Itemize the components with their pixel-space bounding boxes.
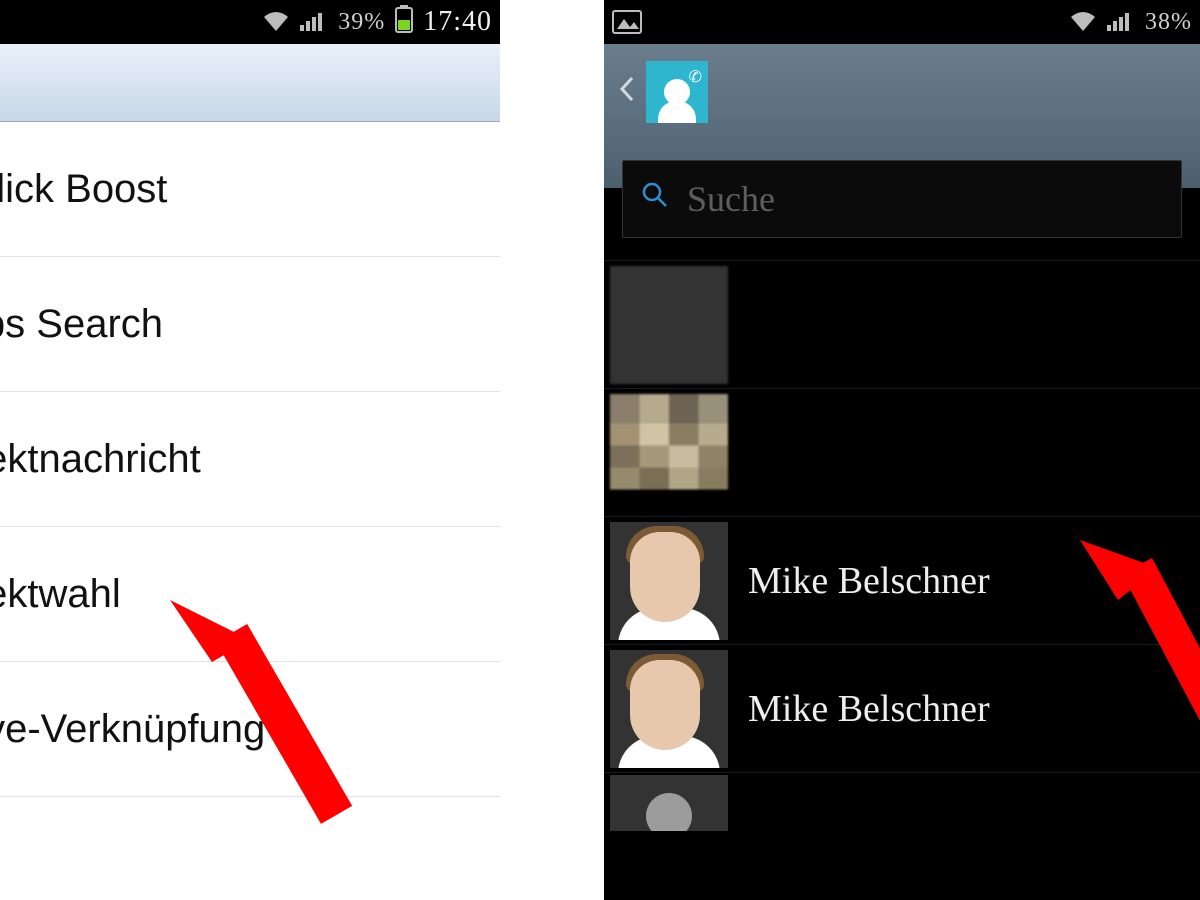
list-item[interactable]: 1-Klick Boost: [0, 122, 500, 257]
phone-right: 38% ✆ Suche: [604, 0, 1200, 900]
contacts-app-icon[interactable]: ✆: [646, 61, 708, 123]
annotation-arrow-icon: [1080, 540, 1200, 740]
app-bar: ✆: [604, 44, 1200, 140]
status-bar: 38%: [604, 0, 1200, 44]
avatar: [610, 775, 728, 831]
avatar: [610, 394, 728, 512]
list-item-label: Direktwahl: [0, 572, 121, 617]
wifi-icon: [1069, 11, 1097, 33]
contact-name: Mike Belschner: [748, 559, 990, 603]
signal-icon: [1107, 11, 1135, 33]
list-item-label: 1-Klick Boost: [0, 167, 167, 212]
back-button[interactable]: [614, 74, 640, 111]
list-item-label: Apps Search: [0, 302, 163, 347]
battery-percent: 38%: [1145, 9, 1192, 36]
battery-percent: 39%: [338, 9, 385, 36]
search-placeholder: Suche: [687, 178, 775, 220]
phone-icon: ✆: [689, 67, 702, 87]
list-item[interactable]: Direktnachricht: [0, 392, 500, 527]
contact-row[interactable]: [604, 388, 1200, 516]
battery-icon: [395, 5, 413, 40]
contact-row[interactable]: [604, 772, 1200, 832]
search-bar-container: Suche: [604, 140, 1200, 260]
signal-icon: [300, 11, 328, 33]
stage: 39% 17:40 ere 1-Klick Boost Apps Search …: [0, 0, 1200, 900]
avatar: [610, 650, 728, 768]
contact-row[interactable]: [604, 260, 1200, 388]
annotation-arrow-icon: [170, 600, 390, 860]
wifi-icon: [262, 11, 290, 33]
search-icon: [641, 181, 669, 217]
list-item[interactable]: Apps Search: [0, 257, 500, 392]
section-header: ere: [0, 44, 500, 122]
avatar: [610, 522, 728, 640]
status-bar: 39% 17:40: [0, 0, 500, 44]
avatar: [610, 266, 728, 384]
divider: [501, 0, 604, 900]
status-clock: 17:40: [423, 6, 492, 38]
contact-name: Mike Belschner: [748, 687, 990, 731]
gallery-icon: [612, 10, 642, 34]
list-item-label: Direktnachricht: [0, 437, 201, 482]
search-input[interactable]: Suche: [622, 160, 1182, 238]
